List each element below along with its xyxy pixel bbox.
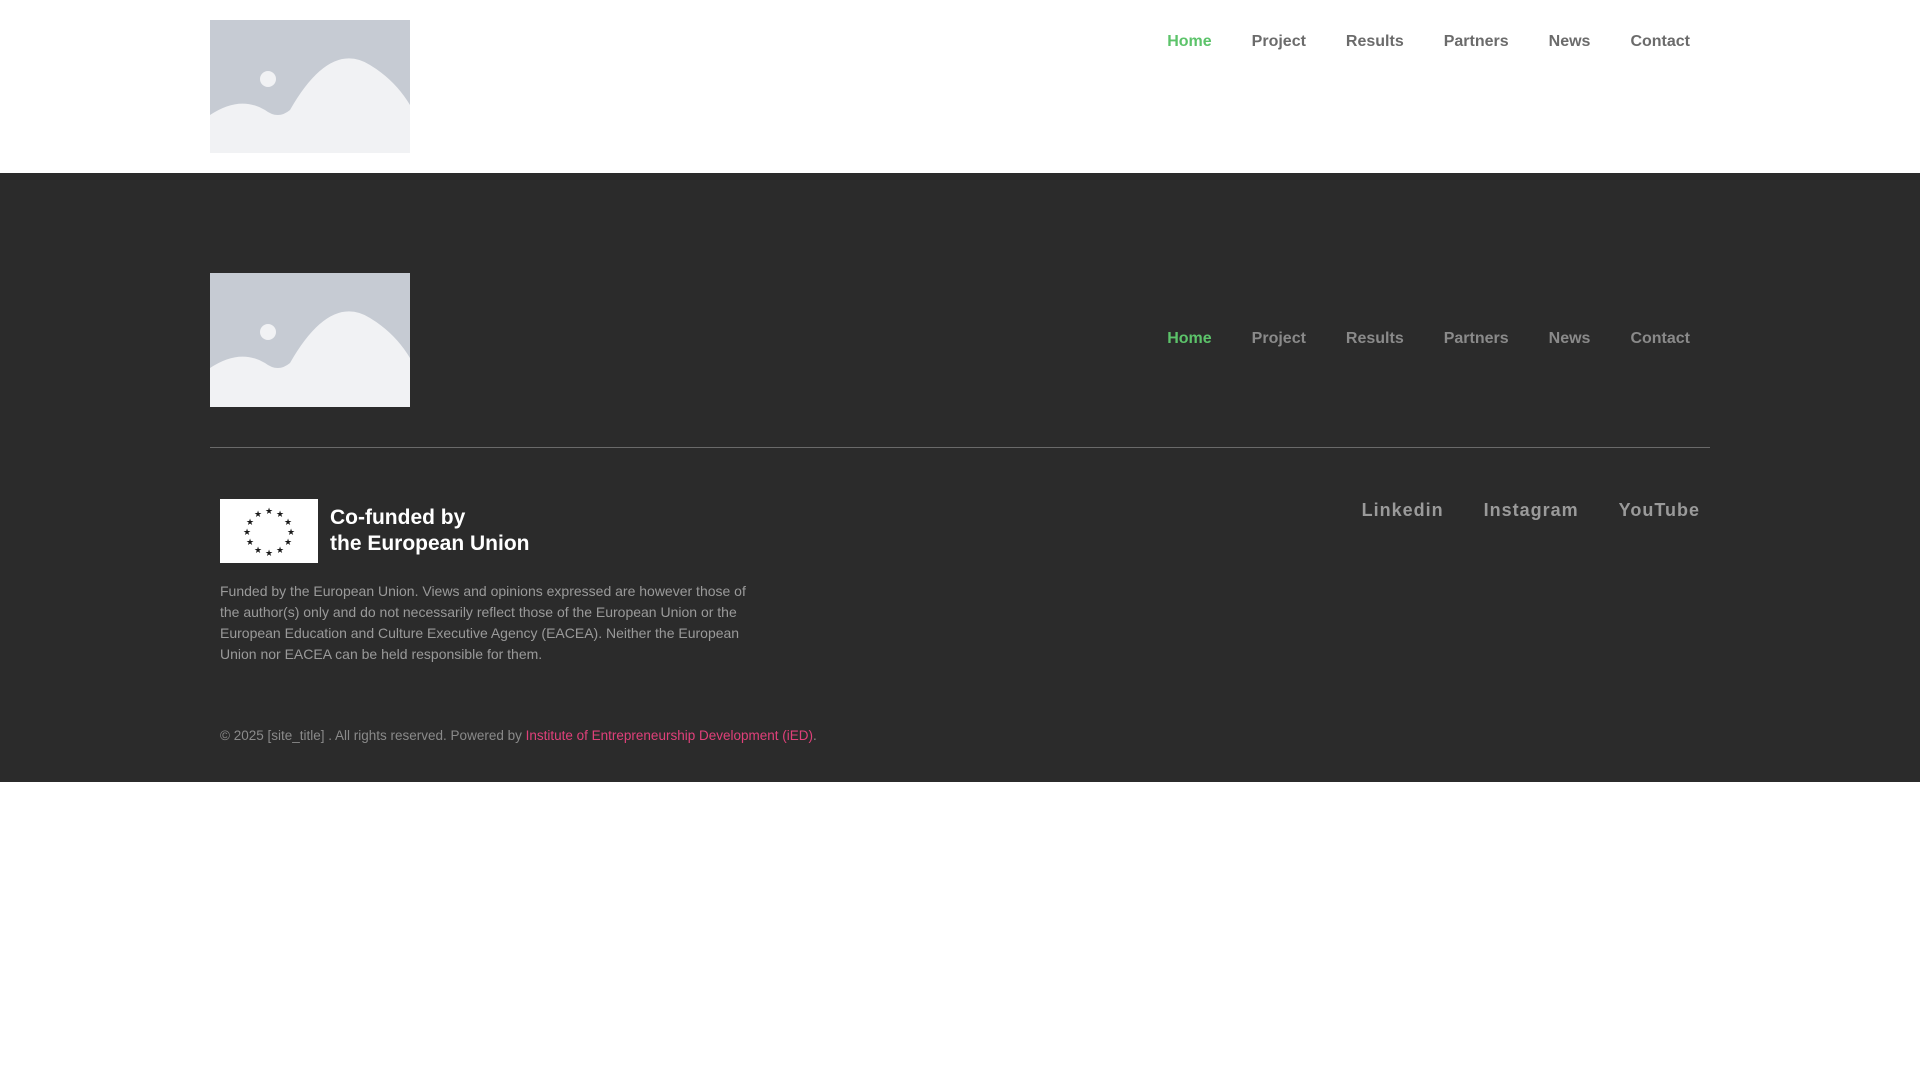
footer-nav-contact[interactable]: Contact <box>1630 328 1690 350</box>
footer-divider <box>210 447 1710 448</box>
svg-text:★: ★ <box>265 549 273 559</box>
footer-logo-placeholder-icon[interactable] <box>210 273 410 407</box>
eu-cofunded-badge: ★ ★ ★ ★ ★ ★ ★ ★ ★ ★ ★ ★ Co-funded by the… <box>220 498 550 564</box>
header-nav-home[interactable]: Home <box>1167 31 1211 53</box>
svg-text:★: ★ <box>276 510 284 520</box>
footer-nav-project[interactable]: Project <box>1252 328 1306 350</box>
copyright-text: © 2025 [site_title] . All rights reserve… <box>220 728 526 743</box>
svg-text:★: ★ <box>276 546 284 556</box>
svg-text:★: ★ <box>284 518 292 528</box>
svg-text:★: ★ <box>254 546 262 556</box>
svg-text:★: ★ <box>284 538 292 548</box>
svg-text:★: ★ <box>287 528 295 538</box>
funding-disclaimer: Funded by the European Union. Views and … <box>220 583 746 662</box>
social-youtube-link[interactable]: YouTube <box>1619 498 1700 522</box>
page-blank-area <box>0 782 1920 1080</box>
footer-nav-home[interactable]: Home <box>1167 328 1211 350</box>
social-linkedin-link[interactable]: Linkedin <box>1362 498 1444 522</box>
header-nav-project[interactable]: Project <box>1252 31 1306 53</box>
svg-text:★: ★ <box>246 538 254 548</box>
social-links: Linkedin Instagram YouTube <box>1362 498 1700 522</box>
header-nav: Home Project Results Partners News Conta… <box>1167 31 1690 53</box>
header-nav-results[interactable]: Results <box>1346 31 1404 53</box>
header-nav-partners[interactable]: Partners <box>1444 31 1509 53</box>
svg-text:★: ★ <box>265 507 273 517</box>
header-logo-placeholder-icon[interactable] <box>210 20 410 153</box>
footer-nav-partners[interactable]: Partners <box>1444 328 1509 350</box>
eu-badge-text: Co-funded by the European Union <box>330 505 530 557</box>
svg-text:★: ★ <box>246 518 254 528</box>
site-footer: Home Project Results Partners News Conta… <box>0 173 1920 782</box>
copyright-suffix: . <box>813 728 817 743</box>
header-nav-news[interactable]: News <box>1549 31 1591 53</box>
svg-text:★: ★ <box>254 510 262 520</box>
footer-nav-news[interactable]: News <box>1549 328 1591 350</box>
svg-text:★: ★ <box>243 528 251 538</box>
eu-flag-icon: ★ ★ ★ ★ ★ ★ ★ ★ ★ ★ ★ ★ <box>220 499 318 563</box>
powered-by-link[interactable]: Institute of Entrepreneurship Developmen… <box>526 728 813 743</box>
copyright: © 2025 [site_title] . All rights reserve… <box>220 726 817 746</box>
social-instagram-link[interactable]: Instagram <box>1484 498 1579 522</box>
site-header: Home Project Results Partners News Conta… <box>0 0 1920 173</box>
header-nav-contact[interactable]: Contact <box>1630 31 1690 53</box>
eu-badge-line2: the European Union <box>330 532 530 555</box>
eu-badge-line1: Co-funded by <box>330 506 466 529</box>
footer-nav: Home Project Results Partners News Conta… <box>1167 328 1690 350</box>
footer-nav-results[interactable]: Results <box>1346 328 1404 350</box>
